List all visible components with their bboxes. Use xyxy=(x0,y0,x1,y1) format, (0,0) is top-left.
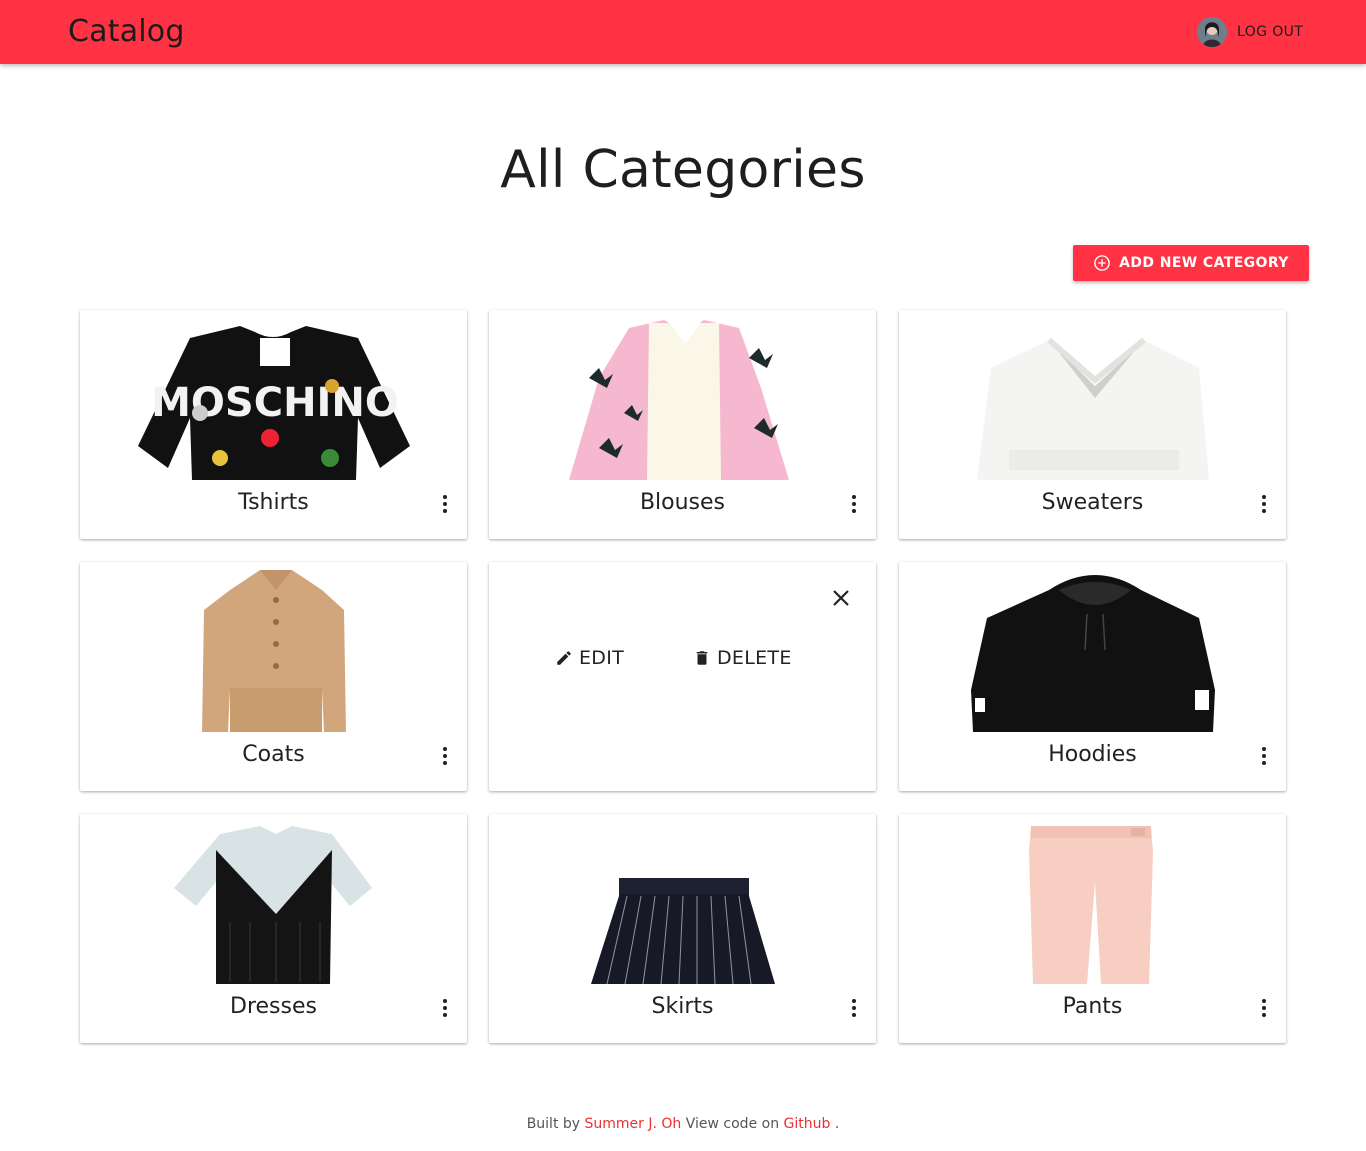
category-card-skirts[interactable]: Skirts xyxy=(489,814,876,1043)
more-vert-icon[interactable] xyxy=(844,996,864,1020)
pants-image xyxy=(1029,826,1153,984)
github-link[interactable]: Github xyxy=(784,1116,831,1132)
app-bar: Catalog LOG OUT xyxy=(0,0,1366,64)
more-vert-icon[interactable] xyxy=(1254,492,1274,516)
footer-built-by: Built by xyxy=(526,1116,581,1132)
user-avatar-icon xyxy=(1197,17,1227,47)
category-card-hoodies[interactable]: Hoodies xyxy=(899,562,1286,791)
close-icon[interactable] xyxy=(829,586,853,610)
category-label: Sweaters xyxy=(1041,490,1144,515)
add-circle-icon xyxy=(1094,255,1110,271)
add-new-category-button[interactable]: ADD NEW CATEGORY xyxy=(1073,245,1309,281)
delete-label: DELETE xyxy=(717,647,792,669)
category-card-menu-open: EDIT DELETE xyxy=(489,562,876,791)
category-label: Tshirts xyxy=(238,490,309,515)
edit-button[interactable]: EDIT xyxy=(555,646,624,670)
more-vert-icon[interactable] xyxy=(844,492,864,516)
sweater-image xyxy=(977,337,1209,480)
category-label: Pants xyxy=(1062,994,1123,1019)
blouse-image xyxy=(569,318,789,480)
category-card-pants[interactable]: Pants xyxy=(899,814,1286,1043)
category-card-sweaters[interactable]: Sweaters xyxy=(899,310,1286,539)
coat-image xyxy=(202,570,346,732)
logout-button[interactable]: LOG OUT xyxy=(1231,14,1309,50)
category-label: Hoodies xyxy=(1048,742,1137,767)
pencil-icon xyxy=(557,651,571,665)
category-label: Blouses xyxy=(639,490,726,515)
delete-button[interactable]: DELETE xyxy=(693,646,792,670)
dress-image xyxy=(174,826,372,984)
page-title: All Categories xyxy=(500,140,866,200)
add-new-category-label: ADD NEW CATEGORY xyxy=(1119,255,1289,271)
category-label: Coats xyxy=(242,742,305,767)
trash-icon xyxy=(696,651,708,665)
edit-label: EDIT xyxy=(579,647,625,669)
svg-text:MOSCHINO: MOSCHINO xyxy=(151,380,399,426)
more-vert-icon[interactable] xyxy=(435,996,455,1020)
category-card-coats[interactable]: Coats xyxy=(80,562,467,791)
more-vert-icon[interactable] xyxy=(435,744,455,768)
more-vert-icon[interactable] xyxy=(1254,996,1274,1020)
footer-end: . xyxy=(834,1116,840,1132)
category-card-dresses[interactable]: Dresses xyxy=(80,814,467,1043)
category-label: Skirts xyxy=(651,994,714,1019)
hoodie-image xyxy=(971,575,1215,732)
footer: Built by Summer J. Oh View code on Githu… xyxy=(0,1116,1366,1132)
tshirt-image: MOSCHINO xyxy=(138,326,410,480)
skirt-image xyxy=(591,878,775,984)
app-title[interactable]: Catalog xyxy=(68,14,185,49)
author-link[interactable]: Summer J. Oh xyxy=(585,1116,682,1132)
avatar[interactable] xyxy=(1197,17,1227,47)
more-vert-icon[interactable] xyxy=(435,492,455,516)
footer-view-code: View code on xyxy=(685,1116,780,1132)
category-label: Dresses xyxy=(230,994,317,1019)
more-vert-icon[interactable] xyxy=(1254,744,1274,768)
category-card-tshirts[interactable]: MOSCHINO Tshirts xyxy=(80,310,467,539)
category-card-blouses[interactable]: Blouses xyxy=(489,310,876,539)
